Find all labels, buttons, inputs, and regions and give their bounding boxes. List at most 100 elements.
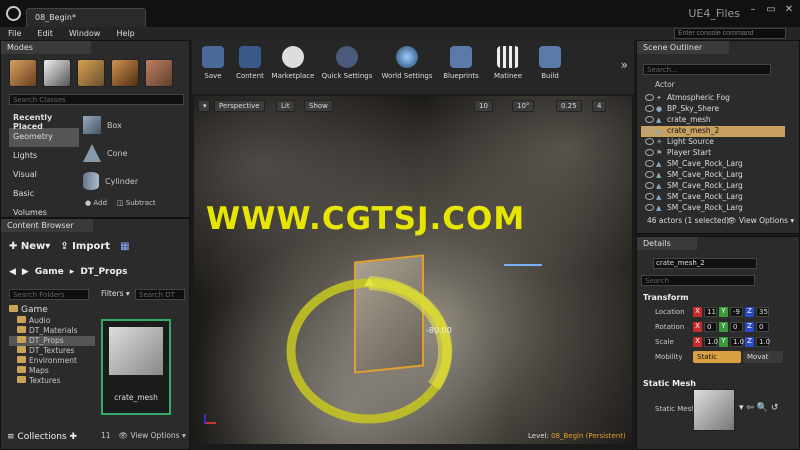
viewport-options-icon[interactable]: ▾ [198,100,210,112]
breadcrumb-dt-props[interactable]: DT_Props [80,267,127,277]
list-item[interactable]: Box [83,111,183,139]
list-item[interactable]: ▲ SM_Cave_Rock_Larg [641,170,785,181]
category-lights[interactable]: Lights [9,147,79,166]
rotation-snap-value[interactable]: 10° [512,100,535,112]
level-viewport[interactable]: ▾ Perspective Lit Show 10 10° 0.25 4 -80… [194,96,632,444]
paint-mode-icon[interactable] [43,59,71,87]
search-folders-input[interactable]: Search Folders [9,289,89,300]
save-all-icon[interactable]: ▦ [120,241,129,252]
main-toolbar: Save Content Marketplace Quick Settings … [192,40,634,94]
modes-tab[interactable]: Modes [1,41,91,54]
folder-item[interactable]: Game [9,305,95,316]
outliner-view-options[interactable]: 👁 View Options ▾ [727,216,794,225]
static-button[interactable]: Static [693,351,741,363]
mobility-label: Mobility [655,353,683,361]
scale-snap-value[interactable]: 0.25 [556,100,582,112]
camera-speed-value[interactable]: 4 [592,100,607,112]
add-radio[interactable]: ● Add [85,199,107,207]
category-recently-placed[interactable]: Recently Placed [9,109,79,131]
location-label: Location [655,308,685,316]
toolbar-overflow-icon[interactable]: » [621,58,628,94]
unreal-logo-icon [6,6,21,21]
actor-name-field[interactable]: crate_mesh_2 [653,258,757,269]
static-mesh-label: Static Mesh [655,405,696,413]
folder-item[interactable]: DT_Materials [9,326,95,336]
quick-settings-icon [336,46,358,68]
forward-arrow-icon[interactable]: ▶ [22,267,29,277]
landscape-mode-icon[interactable] [77,59,105,87]
transform-header[interactable]: Transform [643,293,689,302]
details-panel: Details crate_mesh_2 Search Transform Lo… [636,236,800,450]
folder-item[interactable]: Textures [9,376,95,386]
project-name: UE4_Files [688,7,740,20]
collections-button[interactable]: ≡ Collections ✚ [7,432,77,442]
menu-window[interactable]: Window [61,29,109,38]
rotation-gizmo[interactable] [284,276,454,436]
minimize-icon[interactable]: – [744,4,762,18]
list-item[interactable]: Cone [83,139,183,167]
folder-item[interactable]: Maps [9,366,95,376]
asset-tile[interactable]: crate_mesh [101,319,171,415]
scene-outliner-tab[interactable]: Scene Outliner [637,41,729,54]
back-arrow-icon[interactable]: ◀ [9,267,16,277]
show-button[interactable]: Show [304,100,333,112]
view-options-button[interactable]: 👁 View Options ▾ [119,431,186,440]
list-item[interactable]: Cylinder [83,167,183,195]
search-dt-input[interactable]: Search DT [135,289,185,300]
foliage-mode-icon[interactable] [111,59,139,87]
category-visual[interactable]: Visual [9,166,79,185]
close-icon[interactable]: ✕ [780,4,798,18]
static-mesh-thumbnail[interactable] [693,389,735,431]
outliner-search-input[interactable]: Search... [643,64,771,75]
list-item[interactable]: ⚑ Player Start [641,148,785,159]
perspective-button[interactable]: Perspective [214,100,265,112]
movable-button[interactable]: Movat [743,351,783,363]
folder-item[interactable]: DT_Props [9,336,95,346]
list-item[interactable]: ▲ crate_mesh_2 [641,126,785,137]
folder-item[interactable]: DT_Textures [9,346,95,356]
csg-options: ● Add ◫ Subtract [85,199,156,207]
subtract-radio[interactable]: ◫ Subtract [117,199,156,207]
scale-fields: X 1.0 Y 1.0 Z 1.0 [693,337,770,347]
details-search-input[interactable]: Search [641,275,755,286]
list-item[interactable]: ☀ Light Source [641,137,785,148]
place-mode-icon[interactable] [9,59,37,87]
menu-edit[interactable]: Edit [29,29,61,38]
list-item[interactable]: ▲ SM_Cave_Rock_Larg [641,203,785,214]
maximize-icon[interactable]: ▭ [762,4,780,18]
breadcrumb-game[interactable]: Game [35,267,64,277]
item-count: 11 [101,431,111,440]
menu-help[interactable]: Help [108,29,142,38]
grid-snap-value[interactable]: 10 [474,100,493,112]
location-fields: X 11 Y -9 Z 35 [693,307,769,317]
cylinder-icon [83,172,99,190]
console-command-input[interactable] [674,28,786,39]
scale-label: Scale [655,338,674,346]
geometry-mode-icon[interactable] [145,59,173,87]
folder-item[interactable]: Environment [9,356,95,366]
lit-button[interactable]: Lit [276,100,295,112]
new-button[interactable]: ✚ New▾ [9,241,50,252]
list-item[interactable]: ▲ SM_Cave_Rock_Larg [641,159,785,170]
level-tab[interactable]: 08_Begin* [26,8,146,27]
list-item[interactable]: ● BP_Sky_Shere [641,104,785,115]
static-mesh-header[interactable]: Static Mesh [643,379,696,388]
category-basic[interactable]: Basic [9,185,79,204]
menu-file[interactable]: File [0,29,29,38]
rotation-label: Rotation [655,323,685,331]
list-item[interactable]: ▲ SM_Cave_Rock_Larg [641,181,785,192]
title-bar: 08_Begin* UE4_Files – ▭ ✕ [0,0,800,27]
outliner-list: ✦ Atmospheric Fog ● BP_Sky_Shere ▲ crate_me… [641,93,785,214]
folder-item[interactable]: Audio [9,316,95,326]
mesh-browse-icon[interactable]: ▾ ⇦ 🔍 ↺ [739,403,778,413]
search-classes-input[interactable]: Search Classes [9,94,184,105]
build-icon [539,46,561,68]
details-tab[interactable]: Details [637,237,697,250]
import-button[interactable]: ⇪ Import [60,241,110,252]
content-browser-tab[interactable]: Content Browser [1,219,93,232]
filters-button[interactable]: Filters ▾ [101,289,130,298]
actor-column-header[interactable]: Actor [655,80,675,89]
list-item[interactable]: ✦ Atmospheric Fog [641,93,785,104]
list-item[interactable]: ▲ crate_mesh [641,115,785,126]
list-item[interactable]: ▲ SM_Cave_Rock_Larg [641,192,785,203]
